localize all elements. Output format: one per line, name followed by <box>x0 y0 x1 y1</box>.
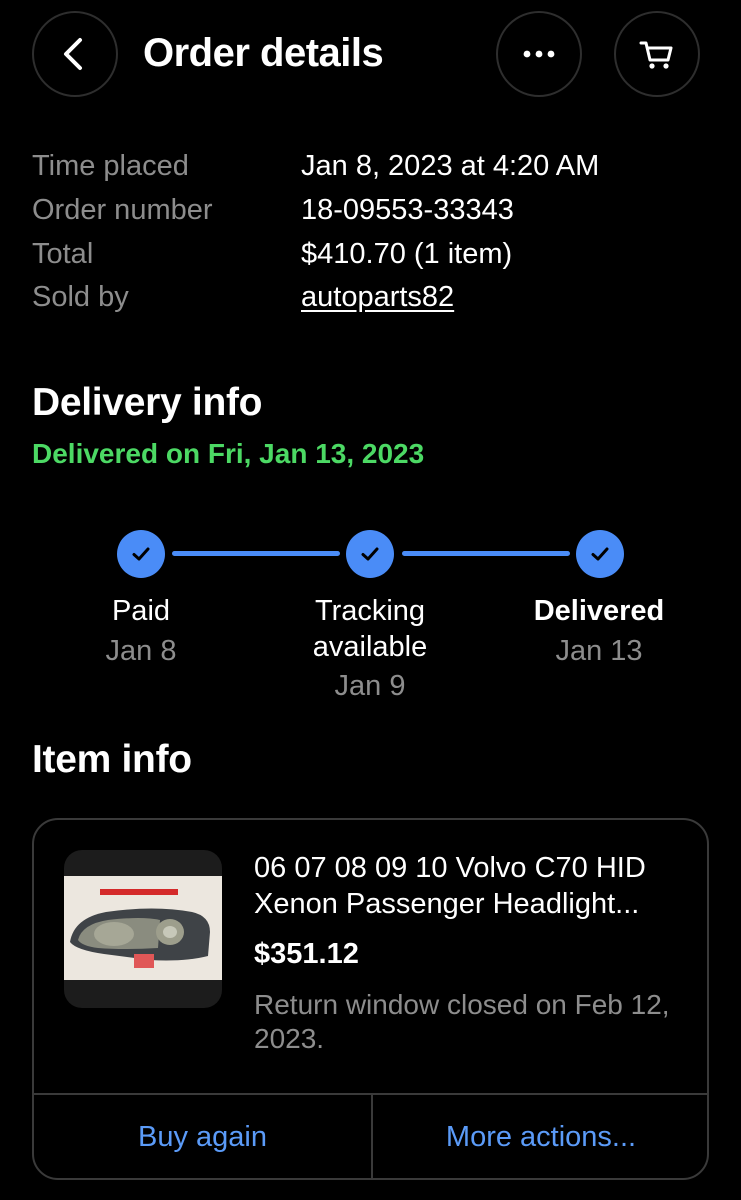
summary-value: $410.70 (1 item) <box>301 238 513 270</box>
check-icon <box>591 547 609 561</box>
headlight-photo <box>64 876 222 980</box>
step-label-delivered: Delivered <box>533 595 665 627</box>
summary-row-sold-by: Sold by autoparts82 <box>32 277 712 317</box>
step-date-paid: Jan 8 <box>105 635 177 667</box>
more-horizontal-icon <box>523 50 555 58</box>
cart-button[interactable] <box>614 11 700 97</box>
summary-label: Total <box>32 238 94 270</box>
summary-value: 18-09553-33343 <box>301 194 514 226</box>
summary-row-total: Total $410.70 (1 item) <box>32 234 712 274</box>
item-info-heading: Item info <box>32 738 192 781</box>
more-actions-button[interactable]: More actions... <box>373 1095 707 1178</box>
delivery-status: Delivered on Fri, Jan 13, 2023 <box>32 438 425 469</box>
delivery-info-heading: Delivery info <box>32 381 263 424</box>
step-delivered-check <box>576 530 624 578</box>
return-window-note: Return window closed on Feb 12, 2023. <box>254 989 670 1054</box>
item-title[interactable]: 06 07 08 09 10 Volvo C70 HID Xenon Passe… <box>254 850 684 922</box>
summary-label: Time placed <box>32 150 189 182</box>
buy-again-button[interactable]: Buy again <box>34 1095 371 1178</box>
step-date-delivered: Jan 13 <box>555 635 643 667</box>
step-paid-check <box>117 530 165 578</box>
summary-label: Order number <box>32 194 213 226</box>
check-icon <box>361 547 379 561</box>
item-thumbnail[interactable] <box>64 850 222 1008</box>
back-button[interactable] <box>32 11 118 97</box>
summary-value: Jan 8, 2023 at 4:20 AM <box>301 150 600 182</box>
progress-connector <box>172 551 340 556</box>
step-label-tracking: Tracking available <box>312 595 428 663</box>
summary-label: Sold by <box>32 281 129 313</box>
cart-icon <box>639 41 673 69</box>
summary-row-time-placed: Time placed Jan 8, 2023 at 4:20 AM <box>32 146 712 186</box>
page-title: Order details <box>143 31 384 75</box>
more-options-button[interactable] <box>496 11 582 97</box>
order-details-screen: Order details Time placed Jan 8, 2023 at… <box>0 0 741 1200</box>
item-card: 06 07 08 09 10 Volvo C70 HID Xenon Passe… <box>32 818 709 1180</box>
progress-connector <box>402 551 570 556</box>
seller-link[interactable]: autoparts82 <box>301 277 454 317</box>
summary-row-order-number: Order number 18-09553-33343 <box>32 190 712 230</box>
item-price: $351.12 <box>254 938 359 970</box>
step-label-paid: Paid <box>111 595 171 627</box>
check-icon <box>132 547 150 561</box>
step-date-tracking: Jan 9 <box>334 670 406 702</box>
step-tracking-check <box>346 530 394 578</box>
chevron-left-icon <box>64 38 82 70</box>
